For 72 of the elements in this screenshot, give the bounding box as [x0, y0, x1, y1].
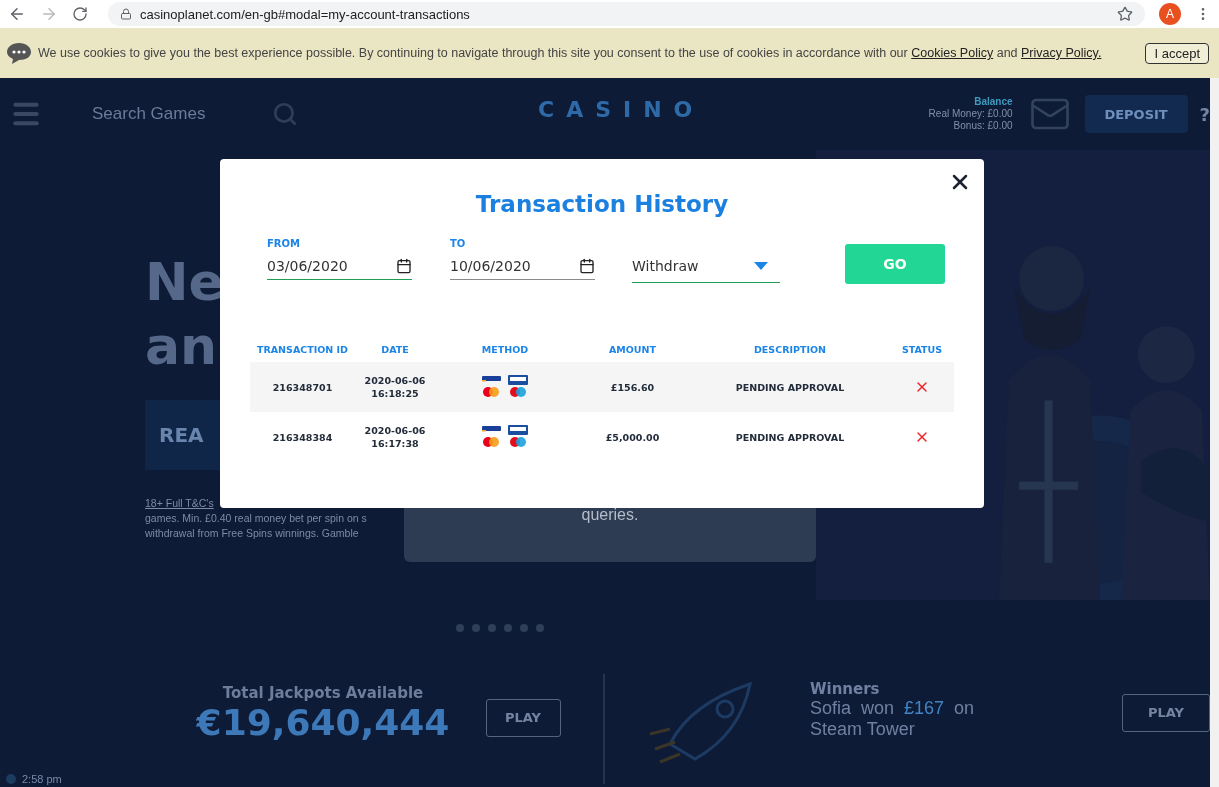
field-label: FROM [267, 238, 301, 249]
bonus-balance: Bonus: £0.00 [953, 120, 1013, 132]
modal-title: Transaction History [474, 190, 730, 219]
column-header: TRANSACTION ID [255, 343, 349, 355]
star-icon[interactable] [1117, 6, 1133, 22]
help-icon[interactable]: ? [1199, 103, 1210, 125]
jackpot-label: Total Jackpots Available [222, 684, 424, 702]
type-dropdown[interactable]: Withdraw [632, 250, 780, 283]
winner-text: Sofia won £167 on [810, 697, 976, 719]
carousel-dot[interactable] [504, 624, 512, 632]
hero-heading: an [145, 315, 218, 378]
payment-logos-drawing [480, 374, 530, 400]
table-cell-text: 216348701 [271, 380, 334, 394]
column-header: DESCRIPTION [752, 343, 827, 355]
carousel-dot[interactable] [456, 624, 464, 632]
column-header: AMOUNT [608, 343, 657, 355]
column-header: METHOD [480, 343, 530, 355]
play-button[interactable]: PLAY [1122, 693, 1210, 732]
payment-logos-drawing [480, 424, 530, 450]
privacy-policy-link[interactable]: Privacy Policy. [1021, 46, 1102, 60]
date-cell: 2020-06-06 [364, 424, 426, 437]
table-cell-text: £156.60 [609, 380, 656, 394]
calendar-icon[interactable] [579, 258, 595, 274]
scrollbar[interactable] [1210, 78, 1219, 787]
reload-icon[interactable] [72, 6, 88, 22]
cookies-policy-link[interactable]: Cookies Policy [911, 46, 994, 60]
caret-icon [754, 262, 768, 270]
time-cell: 16:17:38 [371, 437, 419, 450]
carousel-dot[interactable] [488, 624, 496, 632]
date-field[interactable]: 10/06/2020 [450, 253, 595, 280]
chat-icon [6, 41, 32, 65]
date-cell: 2020-06-06 [364, 374, 426, 387]
table-cell-text: PENDING APPROVAL [734, 380, 846, 394]
forward-icon[interactable] [40, 5, 58, 23]
carousel-dot[interactable] [536, 624, 544, 632]
address-bar[interactable]: casinoplanet.com/en-gb#modal=my-account-transactions [108, 2, 1145, 26]
table-cell-text: PENDING APPROVAL [734, 430, 846, 444]
table-cell-text: 216348384 [271, 430, 334, 444]
terms-text: withdrawal from Free Spins winnings. Gamble [145, 526, 359, 541]
jackpot-amount: €19,640,444 [196, 702, 450, 743]
game-name: Steam Tower [810, 718, 916, 740]
back-icon[interactable] [8, 5, 26, 23]
date-value: 10/06/2020 [450, 258, 531, 274]
column-header: STATUS [900, 343, 944, 355]
time-cell: 16:18:25 [371, 387, 419, 400]
carousel-dot[interactable] [472, 624, 480, 632]
search-icon[interactable] [272, 101, 298, 127]
balance-label: Balance [974, 96, 1013, 108]
profile-avatar[interactable]: A [1159, 3, 1181, 25]
clock-time: 2:58 pm [22, 773, 62, 785]
accept-button[interactable]: I accept [1145, 42, 1209, 64]
real-money-balance: Real Money: £0.00 [928, 108, 1013, 120]
winners-label: Winners [810, 679, 881, 698]
hero-heading: Ne [145, 251, 224, 314]
terms-text: games. Min. £0.40 real money bet per spin on s [145, 511, 367, 526]
logo: CASINO [538, 96, 705, 122]
terms-link[interactable]: 18+ Full T&C's [145, 496, 214, 511]
hero-button[interactable]: REA [145, 400, 220, 470]
search-placeholder[interactable]: Search Games [92, 104, 242, 124]
field-label: TO [450, 238, 467, 249]
date-value: 03/06/2020 [267, 258, 348, 274]
play-button[interactable]: PLAY [485, 698, 561, 737]
deposit-button[interactable]: DEPOSIT [1084, 95, 1188, 133]
date-field[interactable]: 03/06/2020 [267, 253, 412, 280]
calendar-icon[interactable] [396, 258, 412, 274]
card-text: queries. [581, 506, 639, 524]
lock-icon [120, 8, 132, 20]
column-header: DATE [380, 343, 410, 355]
cookie-notice: We use cookies to give you the best experience possible. By continuing to navigate through this site you consent to the use of cookies in accordance with our Cookies Policy and Privacy Policy. [38, 46, 1103, 60]
carousel-dot[interactable] [520, 624, 528, 632]
status-dot [6, 774, 16, 784]
table-cell-text: £5,000.00 [604, 430, 661, 444]
